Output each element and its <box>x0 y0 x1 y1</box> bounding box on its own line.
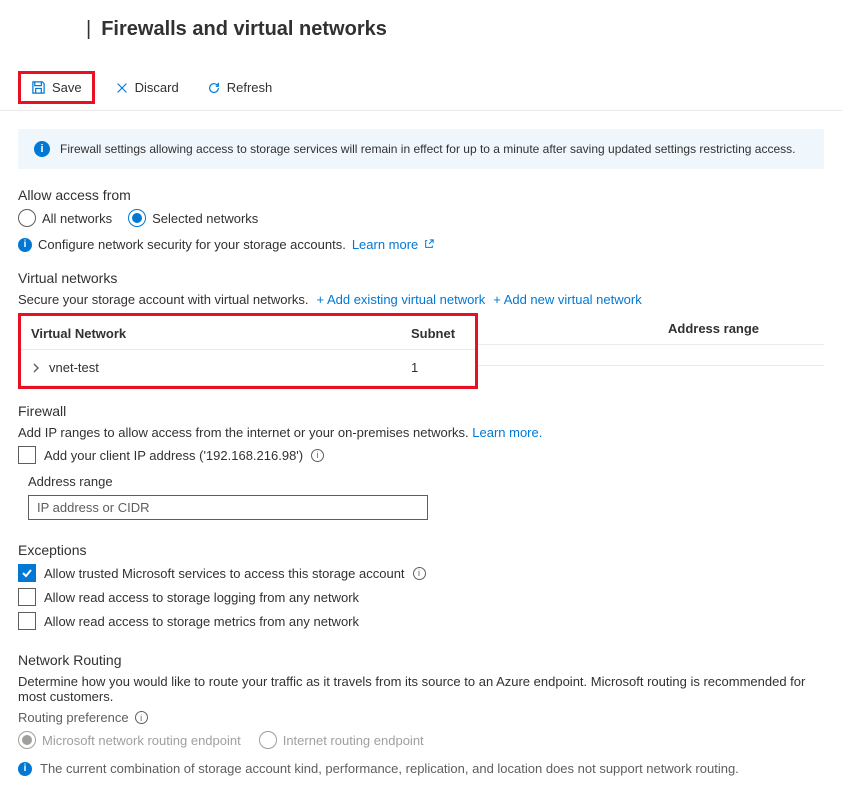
exception-metrics-row: Allow read access to storage metrics fro… <box>18 612 824 630</box>
exception-logging-label: Allow read access to storage logging fro… <box>44 590 359 605</box>
info-icon: i <box>34 141 50 157</box>
exception-trusted-checkbox[interactable] <box>18 564 36 582</box>
refresh-label: Refresh <box>227 80 273 95</box>
radio-icon-disabled <box>18 731 36 749</box>
add-new-vnet-link[interactable]: + Add new virtual network <box>493 292 642 307</box>
client-ip-label: Add your client IP address ('192.168.216… <box>44 448 303 463</box>
save-highlight-box: Save <box>18 71 95 104</box>
exception-logging-checkbox[interactable] <box>18 588 36 606</box>
vnets-subtext: Secure your storage account with virtual… <box>18 292 308 307</box>
exception-metrics-checkbox[interactable] <box>18 612 36 630</box>
client-ip-checkbox-row: Add your client IP address ('192.168.216… <box>18 446 824 464</box>
chevron-right-icon <box>31 363 41 373</box>
subnet-count: 1 <box>411 360 465 375</box>
routing-pref-row: Routing preference i <box>18 710 824 725</box>
address-range-label: Address range <box>28 474 824 489</box>
exception-metrics-label: Allow read access to storage metrics fro… <box>44 614 359 629</box>
close-icon <box>115 81 129 95</box>
routing-ms-option: Microsoft network routing endpoint <box>18 731 241 749</box>
info-icon: i <box>18 762 32 776</box>
radio-icon-selected <box>128 209 146 227</box>
vnet-table: Virtual Network Subnet vnet-test 1 <box>18 313 824 389</box>
title-pipe: | <box>86 18 91 41</box>
info-outline-icon[interactable]: i <box>135 711 148 724</box>
col-vnet: Virtual Network <box>31 326 411 341</box>
routing-desc: Determine how you would like to route yo… <box>18 674 824 704</box>
routing-internet-option: Internet routing endpoint <box>259 731 424 749</box>
client-ip-checkbox[interactable] <box>18 446 36 464</box>
banner-text: Firewall settings allowing access to sto… <box>60 142 795 156</box>
access-radio-group: All networks Selected networks <box>18 209 824 227</box>
routing-internet-label: Internet routing endpoint <box>283 733 424 748</box>
routing-warning-text: The current combination of storage accou… <box>40 761 739 776</box>
configure-line: i Configure network security for your st… <box>18 237 824 252</box>
firewall-title: Firewall <box>18 403 824 419</box>
vnet-highlight-box: Virtual Network Subnet vnet-test 1 <box>18 313 478 389</box>
add-existing-vnet-link[interactable]: + Add existing virtual network <box>316 292 485 307</box>
exceptions-title: Exceptions <box>18 542 824 558</box>
info-outline-icon[interactable]: i <box>413 567 426 580</box>
radio-all-label: All networks <box>42 211 112 226</box>
access-title: Allow access from <box>18 187 824 203</box>
info-banner: i Firewall settings allowing access to s… <box>18 129 824 169</box>
exception-trusted-row: Allow trusted Microsoft services to acce… <box>18 564 824 582</box>
radio-icon-disabled <box>259 731 277 749</box>
table-row[interactable]: vnet-test 1 <box>21 350 475 386</box>
info-outline-icon[interactable]: i <box>311 449 324 462</box>
col-range: Address range <box>488 321 814 336</box>
radio-selected-label: Selected networks <box>152 211 258 226</box>
discard-button[interactable]: Discard <box>107 76 187 99</box>
routing-warning: i The current combination of storage acc… <box>18 761 824 776</box>
external-link-icon <box>424 239 434 249</box>
routing-pref-label: Routing preference <box>18 710 129 725</box>
firewall-subtext: Add IP ranges to allow access from the i… <box>18 425 469 440</box>
refresh-icon <box>207 81 221 95</box>
vnet-name: vnet-test <box>49 360 99 375</box>
info-icon: i <box>18 238 32 252</box>
title-row: | Firewalls and virtual networks <box>18 18 842 41</box>
routing-ms-label: Microsoft network routing endpoint <box>42 733 241 748</box>
exception-logging-row: Allow read access to storage logging fro… <box>18 588 824 606</box>
routing-title: Network Routing <box>18 652 824 668</box>
toolbar: Save Discard Refresh <box>0 63 842 111</box>
firewall-subtext-row: Add IP ranges to allow access from the i… <box>18 425 824 440</box>
configure-text: Configure network security for your stor… <box>38 237 346 252</box>
firewall-learn-more-link[interactable]: Learn more. <box>472 425 542 440</box>
vnets-title: Virtual networks <box>18 270 824 286</box>
learn-more-link[interactable]: Learn more <box>352 237 434 252</box>
col-subnet: Subnet <box>411 326 465 341</box>
radio-selected-networks[interactable]: Selected networks <box>128 209 258 227</box>
save-button[interactable]: Save <box>31 80 82 95</box>
refresh-button[interactable]: Refresh <box>199 76 281 99</box>
routing-options: Microsoft network routing endpoint Inter… <box>18 731 824 749</box>
save-label: Save <box>52 80 82 95</box>
exception-trusted-label: Allow trusted Microsoft services to acce… <box>44 566 405 581</box>
vnet-actions-row: Secure your storage account with virtual… <box>18 292 824 307</box>
save-icon <box>31 80 46 95</box>
ip-range-input[interactable] <box>28 495 428 520</box>
discard-label: Discard <box>135 80 179 95</box>
radio-all-networks[interactable]: All networks <box>18 209 112 227</box>
page-title: Firewalls and virtual networks <box>101 18 387 41</box>
radio-icon <box>18 209 36 227</box>
